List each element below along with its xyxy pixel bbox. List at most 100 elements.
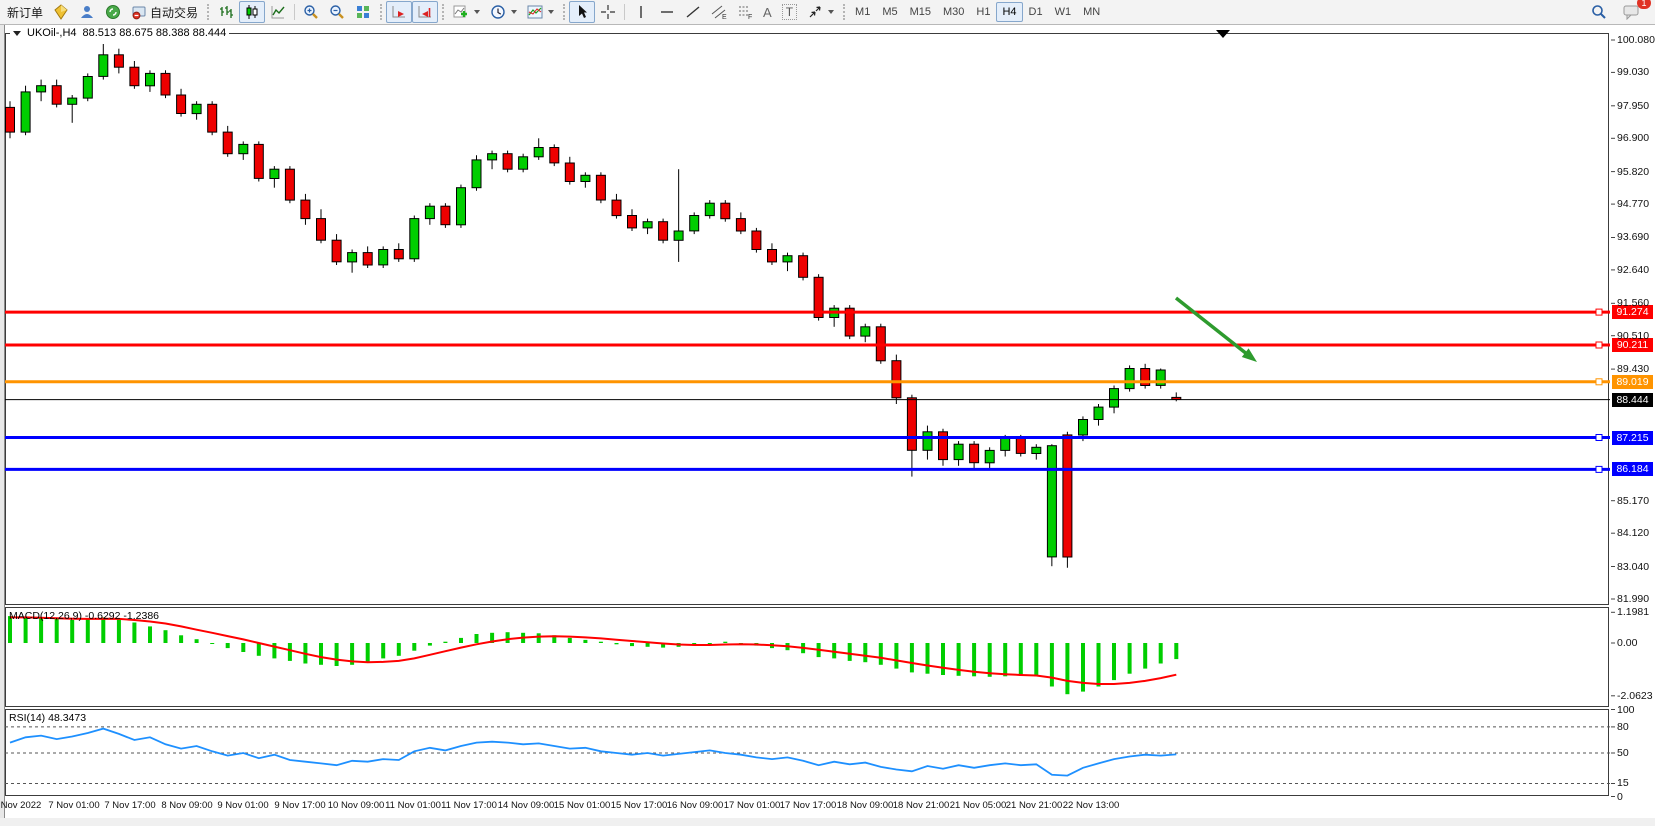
- search-button[interactable]: [1586, 1, 1612, 23]
- chart-shift-button[interactable]: [412, 1, 438, 23]
- zoom-in-button[interactable]: [298, 1, 324, 23]
- price-axis-tick: 90.510: [1617, 330, 1649, 342]
- time-axis-label: 21 Nov 21:00: [1006, 800, 1063, 811]
- timeframe-h4-button[interactable]: H4: [996, 2, 1022, 22]
- crosshair-icon: [600, 4, 616, 20]
- macd-axis-tick: 0.00: [1617, 637, 1637, 649]
- add-indicator-icon: [453, 4, 469, 20]
- time-axis-label: 10 Nov 09:00: [328, 800, 385, 811]
- indicators-dropdown-button[interactable]: [448, 1, 485, 23]
- text-tool-button[interactable]: A: [758, 1, 777, 23]
- timeframe-h1-button[interactable]: H1: [970, 2, 996, 22]
- time-axis-label: 17 Nov 01:00: [724, 800, 781, 811]
- time-axis-label: 4 Nov 2022: [0, 800, 41, 811]
- chevron-down-icon: [828, 10, 834, 14]
- price-line-label: 89.019: [1612, 375, 1653, 389]
- time-axis-label: 21 Nov 05:00: [950, 800, 1007, 811]
- fibonacci-tool-button[interactable]: F: [732, 1, 758, 23]
- candlestick-icon: [244, 4, 260, 20]
- auto-trading-button[interactable]: 自动交易: [126, 1, 203, 23]
- arrows-icon: [807, 4, 823, 20]
- time-axis-label: 14 Nov 09:00: [498, 800, 555, 811]
- price-axis-tick: 95.820: [1617, 166, 1649, 178]
- timeframe-m1-button[interactable]: M1: [849, 2, 876, 22]
- chevron-down-icon: [474, 10, 480, 14]
- price-line-label: 86.184: [1612, 462, 1653, 476]
- price-axis-tick: 83.040: [1617, 561, 1649, 573]
- price-axis-tick: 97.950: [1617, 100, 1649, 112]
- time-axis-label: 11 Nov 17:00: [441, 800, 497, 811]
- price-axis-tick: 92.640: [1617, 264, 1649, 276]
- timeframe-m15-button[interactable]: M15: [904, 2, 937, 22]
- metaquotes-button[interactable]: [48, 1, 74, 23]
- signals-button[interactable]: [100, 1, 126, 23]
- community-button[interactable]: [74, 1, 100, 23]
- toolbar-grip: [207, 4, 209, 20]
- trendline-tool-button[interactable]: [680, 1, 706, 23]
- time-axis-label: 18 Nov 21:00: [893, 800, 950, 811]
- price-axis-tick: 99.030: [1617, 66, 1649, 78]
- template-chart-icon: [527, 4, 543, 20]
- chart-shift-icon: [417, 4, 433, 20]
- svg-text:F: F: [748, 14, 752, 20]
- candlestick-chart-button[interactable]: [239, 1, 265, 23]
- toolbar: 新订单 自动交易: [0, 0, 1655, 25]
- chart-title: UKOil-,H4 88.513 88.675 88.388 88.444: [10, 27, 229, 39]
- zoom-out-icon: [329, 4, 345, 20]
- timeframe-mn-button[interactable]: MN: [1077, 2, 1106, 22]
- time-axis-label: 16 Nov 09:00: [667, 800, 724, 811]
- macd-label: MACD(12,26,9) -0.6292 -1.2386: [9, 610, 159, 622]
- vertical-line-tool-button[interactable]: [628, 1, 654, 23]
- fibonacci-icon: F: [737, 4, 753, 20]
- time-axis-label: 9 Nov 01:00: [217, 800, 268, 811]
- arrows-tool-button[interactable]: [802, 1, 839, 23]
- trendline-icon: [685, 4, 701, 20]
- symbol-period-label: UKOil-,H4: [27, 27, 77, 39]
- crosshair-tool-button[interactable]: [595, 1, 621, 23]
- new-order-button[interactable]: 新订单: [2, 1, 48, 23]
- chevron-down-icon[interactable]: [13, 31, 21, 36]
- periods-dropdown-button[interactable]: [485, 1, 522, 23]
- rsi-axis-tick: 50: [1617, 747, 1629, 759]
- rsi-axis-tick: 0: [1617, 791, 1623, 803]
- text-label-tool-button[interactable]: T: [777, 1, 802, 23]
- rsi-name: RSI(14): [9, 712, 45, 724]
- zoom-out-button[interactable]: [324, 1, 350, 23]
- time-axis-label: 7 Nov 01:00: [48, 800, 99, 811]
- zoom-in-icon: [303, 4, 319, 20]
- macd-indicator-pane[interactable]: [5, 607, 1609, 707]
- auto-scroll-button[interactable]: [386, 1, 412, 23]
- time-axis-label: 7 Nov 17:00: [104, 800, 155, 811]
- signal-icon: [105, 4, 121, 20]
- equidistant-channel-icon: E: [711, 4, 727, 20]
- timeframe-d1-button[interactable]: D1: [1023, 2, 1049, 22]
- price-axis-tick: 81.990: [1617, 593, 1649, 605]
- bar-chart-button[interactable]: [213, 1, 239, 23]
- templates-dropdown-button[interactable]: [522, 1, 559, 23]
- notifications-button[interactable]: 1: [1618, 1, 1645, 23]
- macd-axis-tick: -2.0623: [1617, 690, 1653, 702]
- timeframe-m30-button[interactable]: M30: [937, 2, 970, 22]
- timeframe-w1-button[interactable]: W1: [1049, 2, 1078, 22]
- horizontal-line-tool-button[interactable]: [654, 1, 680, 23]
- vertical-line-icon: [633, 4, 649, 20]
- timeframe-m5-button[interactable]: M5: [876, 2, 903, 22]
- price-axis-tick: 94.770: [1617, 198, 1649, 210]
- price-axis-tick: 85.170: [1617, 495, 1649, 507]
- macd-axis-tick: 1.1981: [1617, 606, 1649, 618]
- line-chart-button[interactable]: [265, 1, 291, 23]
- time-axis-label: 17 Nov 17:00: [780, 800, 837, 811]
- cursor-tool-button[interactable]: [569, 1, 595, 23]
- rsi-indicator-pane[interactable]: [5, 709, 1609, 796]
- price-chart-pane[interactable]: [5, 33, 1609, 605]
- time-axis-label: 15 Nov 01:00: [554, 800, 611, 811]
- chevron-down-icon: [511, 10, 517, 14]
- price-axis-tick: 93.690: [1617, 231, 1649, 243]
- chevron-down-icon: [548, 10, 554, 14]
- channel-tool-button[interactable]: E: [706, 1, 732, 23]
- price-line-label: 88.444: [1612, 393, 1653, 407]
- price-axis-tick: 84.120: [1617, 527, 1649, 539]
- time-axis-label: 8 Nov 09:00: [161, 800, 212, 811]
- tile-windows-button[interactable]: [350, 1, 376, 23]
- rsi-axis-tick: 15: [1617, 777, 1629, 789]
